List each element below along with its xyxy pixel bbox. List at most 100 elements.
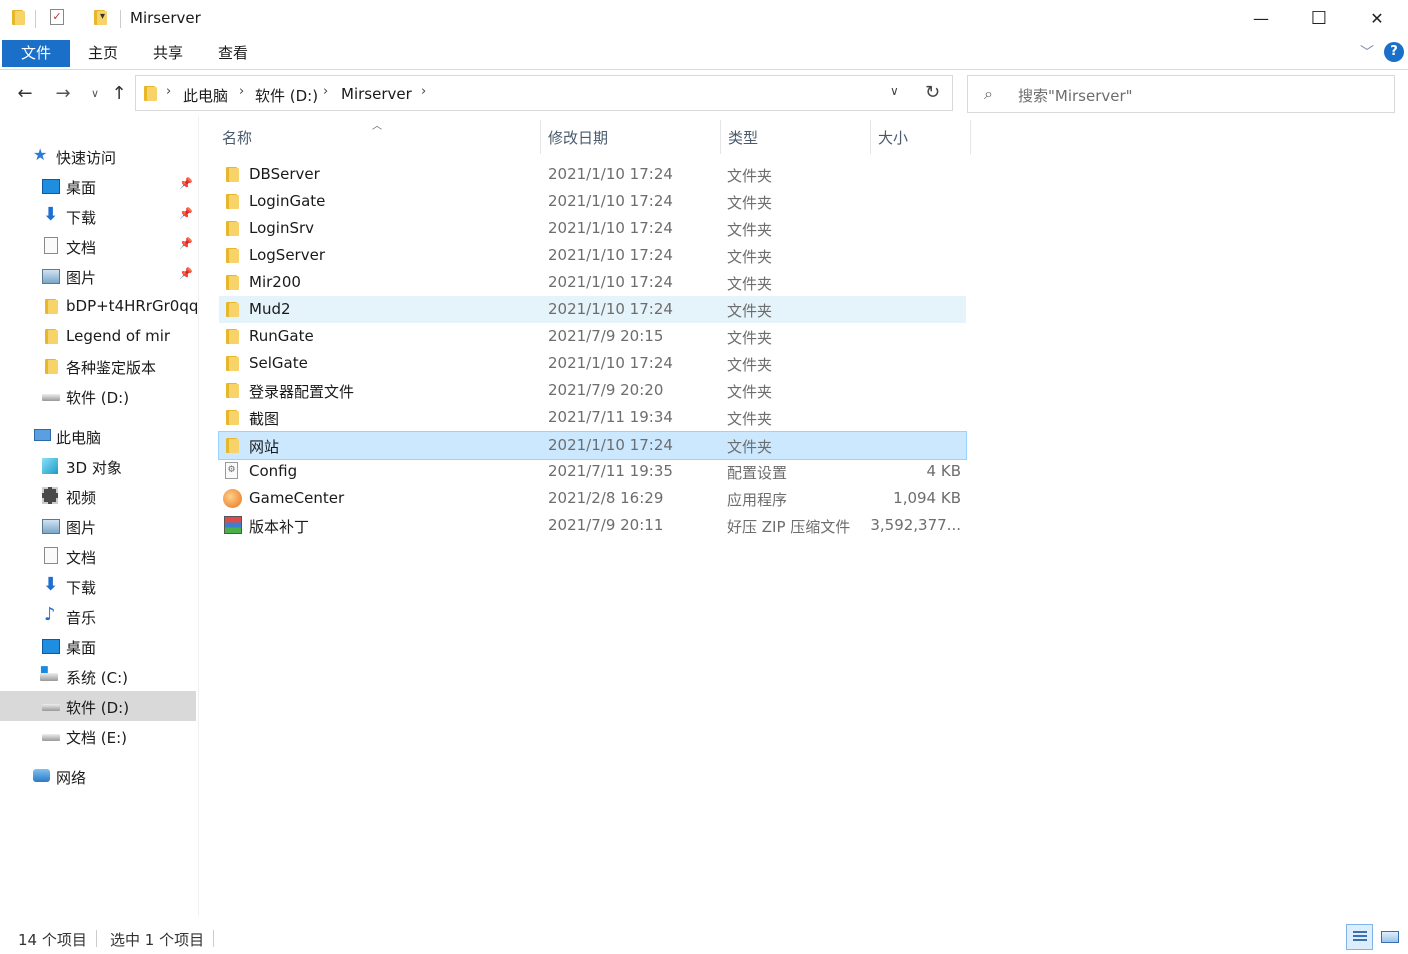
sidebar-item-label: bDP+t4HRrGr0qq xyxy=(66,297,199,315)
chevron-right-icon[interactable]: › xyxy=(421,84,426,99)
file-row-website[interactable]: 网站 2021/1/10 17:24 文件夹 xyxy=(218,431,967,460)
sidebar-item-drive-d[interactable]: 软件 (D:) xyxy=(0,381,196,411)
file-row-selgate[interactable]: SelGate 2021/1/10 17:24 文件夹 xyxy=(219,350,966,377)
picture-icon xyxy=(42,269,60,284)
sidebar-item-drive-d[interactable]: 软件 (D:) xyxy=(0,691,196,721)
file-row-screenshots[interactable]: 截图 2021/7/11 19:34 文件夹 xyxy=(219,404,966,431)
file-row-rungate[interactable]: RunGate 2021/7/9 20:15 文件夹 xyxy=(219,323,966,350)
sidebar-item-documents[interactable]: 文档 📌 xyxy=(0,231,196,261)
file-size: 1,094 KB xyxy=(893,489,961,507)
sidebar-item-folder[interactable]: bDP+t4HRrGr0qq xyxy=(0,291,199,321)
column-divider[interactable] xyxy=(870,120,871,154)
column-divider[interactable] xyxy=(540,120,541,154)
customize-toolbar-icon[interactable]: ▾ xyxy=(100,11,105,22)
pin-icon[interactable]: 📌 xyxy=(179,177,193,190)
sidebar-item-desktop[interactable]: 桌面 📌 xyxy=(0,171,196,201)
expand-ribbon-icon[interactable]: ﹀ xyxy=(1360,42,1374,62)
pin-icon[interactable]: 📌 xyxy=(179,207,193,220)
file-row-gamecenter[interactable]: GameCenter 2021/2/8 16:29 应用程序 1,094 KB xyxy=(219,485,966,512)
sidebar-item-3d-objects[interactable]: 3D 对象 xyxy=(0,451,196,481)
sidebar-item-videos[interactable]: 视频 xyxy=(0,481,196,511)
file-date: 2021/1/10 17:24 xyxy=(548,354,673,372)
app-icon xyxy=(223,489,242,508)
file-name: 网站 xyxy=(249,438,280,456)
file-date: 2021/1/10 17:24 xyxy=(548,273,673,291)
column-divider[interactable] xyxy=(970,120,971,154)
forward-button[interactable]: → xyxy=(50,80,76,108)
column-header-type[interactable]: 类型 xyxy=(728,127,758,148)
address-dropdown-icon[interactable]: ∨ xyxy=(890,84,899,98)
column-header-date[interactable]: 修改日期 xyxy=(548,127,608,148)
sidebar-item-label: 桌面 xyxy=(66,639,97,657)
file-row-mud2[interactable]: Mud2 2021/1/10 17:24 文件夹 xyxy=(219,296,966,323)
breadcrumb-mirserver[interactable]: Mirserver xyxy=(341,85,412,103)
pin-icon[interactable]: 📌 xyxy=(179,237,193,250)
back-button[interactable]: ← xyxy=(12,80,38,108)
windows-logo-icon: ■ xyxy=(40,665,49,675)
config-file-icon: ⚙ xyxy=(225,462,238,479)
breadcrumb-drive-d[interactable]: 软件 (D:) xyxy=(255,85,318,106)
drive-icon xyxy=(42,394,60,401)
sidebar-item-music[interactable]: ♪ 音乐 xyxy=(0,601,196,631)
file-row-dbserver[interactable]: DBServer 2021/1/10 17:24 文件夹 xyxy=(219,161,966,188)
sidebar-item-this-pc[interactable]: 此电脑 xyxy=(0,421,196,451)
file-row-logserver[interactable]: LogServer 2021/1/10 17:24 文件夹 xyxy=(219,242,966,269)
file-row-mir200[interactable]: Mir200 2021/1/10 17:24 文件夹 xyxy=(219,269,966,296)
file-name: LoginGate xyxy=(249,192,326,210)
column-divider[interactable] xyxy=(720,120,721,154)
address-bar[interactable]: › 此电脑 › 软件 (D:) › Mirserver › ∨ xyxy=(135,75,953,111)
sidebar-item-folder[interactable]: Legend of mir xyxy=(0,321,196,351)
sidebar-item-label: 3D 对象 xyxy=(66,459,122,477)
file-row-patch-archive[interactable]: 版本补丁 2021/7/9 20:11 好压 ZIP 压缩文件 3,592,37… xyxy=(219,512,966,539)
sidebar-item-pictures[interactable]: 图片 📌 xyxy=(0,261,196,291)
file-name: 版本补丁 xyxy=(249,518,310,536)
file-type: 文件夹 xyxy=(727,248,773,266)
chevron-right-icon[interactable]: › xyxy=(239,84,244,99)
sidebar-item-drive-e[interactable]: 文档 (E:) xyxy=(0,721,196,751)
file-size: 4 KB xyxy=(926,462,961,480)
recent-locations-button[interactable]: ∨ xyxy=(82,80,108,108)
folder-icon[interactable] xyxy=(12,10,25,25)
tab-home[interactable]: 主页 xyxy=(80,40,126,67)
folder-icon xyxy=(226,194,239,209)
details-view-button[interactable] xyxy=(1346,924,1373,950)
tab-share[interactable]: 共享 xyxy=(145,40,191,67)
properties-icon[interactable]: ✓ xyxy=(50,9,64,25)
file-row-config[interactable]: ⚙ Config 2021/7/11 19:35 配置设置 4 KB xyxy=(219,458,966,485)
column-header-size[interactable]: 大小 xyxy=(878,127,908,148)
minimize-button[interactable]: — xyxy=(1232,0,1290,38)
sidebar-item-folder[interactable]: 各种鉴定版本 xyxy=(0,351,196,381)
maximize-button[interactable]: ☐ xyxy=(1290,0,1348,38)
chevron-right-icon[interactable]: › xyxy=(166,84,171,99)
tab-file[interactable]: 文件 xyxy=(2,40,70,67)
file-date: 2021/7/9 20:11 xyxy=(548,516,664,534)
chevron-right-icon[interactable]: › xyxy=(323,84,328,99)
sidebar-item-downloads[interactable]: ⬇ 下载 xyxy=(0,571,196,601)
up-button[interactable]: ↑ xyxy=(106,80,132,108)
file-row-logingate[interactable]: LoginGate 2021/1/10 17:24 文件夹 xyxy=(219,188,966,215)
sidebar-item-pictures[interactable]: 图片 xyxy=(0,511,196,541)
file-row-launcher-config[interactable]: 登录器配置文件 2021/7/9 20:20 文件夹 xyxy=(219,377,966,404)
sidebar-item-documents[interactable]: 文档 xyxy=(0,541,196,571)
large-icons-view-button[interactable] xyxy=(1377,924,1404,950)
column-header-name[interactable]: 名称 xyxy=(222,127,252,148)
sidebar-item-network[interactable]: 网络 xyxy=(0,761,196,791)
sidebar-item-quick-access[interactable]: ★ 快速访问 xyxy=(0,141,196,171)
folder-icon xyxy=(226,275,239,290)
sidebar-item-desktop[interactable]: 桌面 xyxy=(0,631,196,661)
pin-icon[interactable]: 📌 xyxy=(179,267,193,280)
sidebar-item-drive-c[interactable]: ■ 系统 (C:) xyxy=(0,661,196,691)
file-name: 截图 xyxy=(249,410,280,428)
sidebar-item-downloads[interactable]: ⬇ 下载 📌 xyxy=(0,201,196,231)
sidebar-item-label: 快速访问 xyxy=(56,149,117,167)
file-row-loginsrv[interactable]: LoginSrv 2021/1/10 17:24 文件夹 xyxy=(219,215,966,242)
help-icon[interactable]: ? xyxy=(1384,42,1404,62)
refresh-button[interactable]: ↻ xyxy=(913,75,953,111)
breadcrumb-this-pc[interactable]: 此电脑 xyxy=(183,85,228,106)
tab-view[interactable]: 查看 xyxy=(210,40,256,67)
sidebar-item-label: 系统 (C:) xyxy=(66,669,128,687)
sidebar-item-label: 桌面 xyxy=(66,179,97,197)
close-button[interactable]: ✕ xyxy=(1348,0,1406,38)
search-input[interactable]: ⌕ 搜索"Mirserver" xyxy=(967,75,1395,113)
file-type: 文件夹 xyxy=(727,383,773,401)
